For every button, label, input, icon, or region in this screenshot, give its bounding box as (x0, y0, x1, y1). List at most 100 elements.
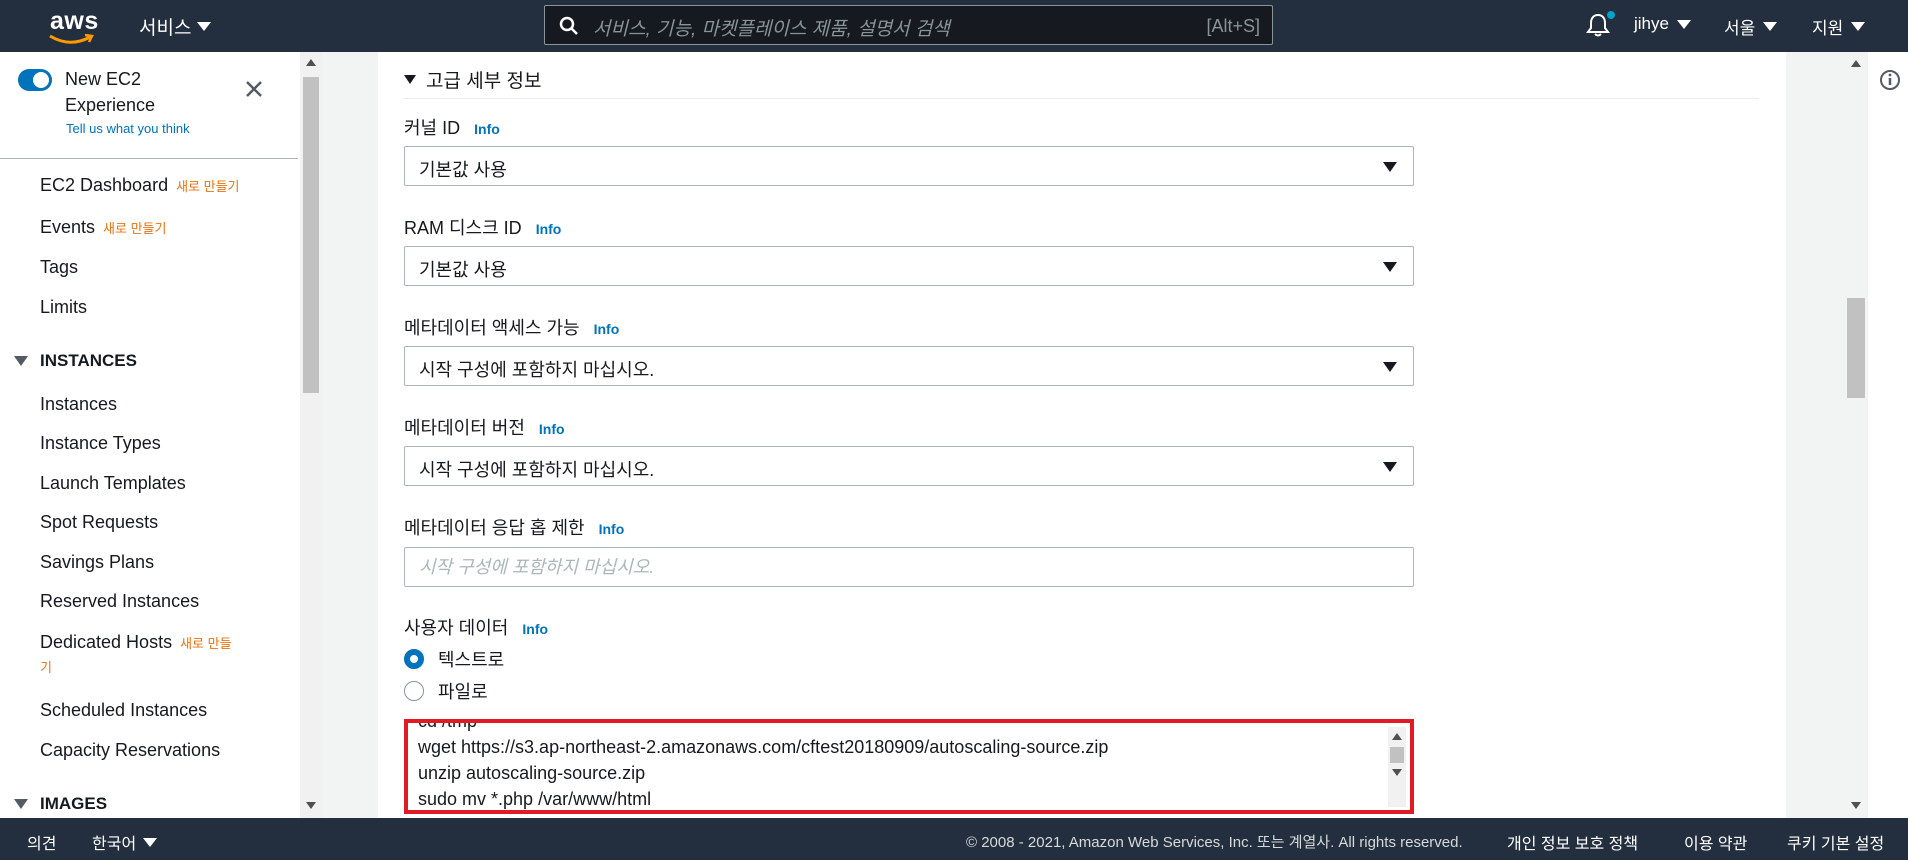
sidebar-section-instances[interactable]: INSTANCES (14, 351, 137, 371)
user-data-textarea[interactable]: cd /tmp wget https://s3.ap-northeast-2.a… (404, 719, 1414, 814)
feedback-link[interactable]: Tell us what you think (66, 121, 190, 136)
sidebar-section-images[interactable]: IMAGES (14, 794, 107, 814)
new-badge: 새로 만들기 (103, 221, 167, 236)
caret-down-icon (14, 356, 28, 366)
select-value: 기본값 사용 (419, 160, 507, 180)
sidebar-item-tags[interactable]: Tags (40, 257, 78, 278)
select-value: 기본값 사용 (419, 260, 507, 280)
support-menu[interactable]: 지원 (1812, 14, 1866, 39)
chevron-down-icon (143, 837, 158, 847)
sidebar-item-savings-plans[interactable]: Savings Plans (40, 552, 154, 573)
chevron-down-icon (197, 22, 212, 31)
scroll-up-icon[interactable] (1392, 733, 1402, 740)
user-data-label: 사용자 데이터 Info (404, 614, 548, 640)
close-icon[interactable] (244, 79, 264, 99)
scroll-up-icon[interactable] (1851, 60, 1861, 67)
sidebar-item-reserved-instances[interactable]: Reserved Instances (40, 591, 199, 612)
user-name: jihye (1634, 14, 1669, 33)
sidebar-item-launch-templates[interactable]: Launch Templates (40, 473, 186, 494)
feedback-link[interactable]: 의견 (27, 830, 56, 854)
right-help-panel (1868, 52, 1908, 818)
footer: 의견 한국어 © 2008 - 2021, Amazon Web Service… (0, 818, 1908, 860)
region-name: 서울 (1724, 19, 1756, 38)
textarea-scrollbar[interactable] (1388, 727, 1406, 807)
privacy-link[interactable]: 개인 정보 보호 정책 (1507, 830, 1638, 854)
sidebar-item-instance-types[interactable]: Instance Types (40, 433, 161, 454)
scrollbar-thumb[interactable] (303, 77, 319, 393)
metadata-version-select[interactable]: 시작 구성에 포함하지 마십시오. (404, 446, 1414, 486)
sidebar-item-instances[interactable]: Instances (40, 394, 117, 415)
user-menu[interactable]: jihye (1634, 14, 1691, 34)
new-experience-toggle[interactable] (18, 69, 52, 91)
info-link[interactable]: Info (599, 521, 625, 537)
scroll-up-icon[interactable] (306, 59, 316, 66)
select-value: 시작 구성에 포함하지 마십시오. (419, 460, 655, 480)
notifications-bell-icon[interactable] (1585, 11, 1615, 43)
search-box[interactable]: 서비스, 기능, 마켓플레이스 제품, 설명서 검색 [Alt+S] (544, 5, 1273, 45)
radio-selected[interactable] (404, 649, 424, 669)
metadata-access-select[interactable]: 시작 구성에 포함하지 마십시오. (404, 346, 1414, 386)
field-label: 사용자 데이터 (404, 618, 509, 638)
chevron-down-icon (1763, 22, 1778, 31)
dropdown-arrow-icon (1383, 462, 1397, 472)
aws-logo[interactable]: aws (48, 7, 98, 45)
radio-unselected[interactable] (404, 681, 424, 701)
advanced-details-toggle[interactable]: 고급 세부 정보 (404, 66, 541, 93)
info-link[interactable]: Info (539, 421, 565, 437)
field-label: 메타데이터 액세스 가능 (404, 318, 580, 338)
divider (404, 98, 1759, 99)
sidebar-item-scheduled-instances[interactable]: Scheduled Instances (40, 700, 207, 721)
scrollbar-thumb[interactable] (1847, 298, 1865, 398)
region-menu[interactable]: 서울 (1724, 14, 1778, 39)
code-line: sudo mv *.php /var/www/html (418, 789, 652, 809)
select-value: 시작 구성에 포함하지 마십시오. (419, 360, 655, 380)
services-label: 서비스 (139, 18, 192, 39)
section-title: 고급 세부 정보 (426, 71, 542, 92)
metadata-hop-limit-label: 메타데이터 응답 홉 제한 Info (404, 514, 624, 540)
sidebar-scrollbar[interactable] (300, 52, 322, 818)
user-data-file-option[interactable]: 파일로 (404, 678, 488, 704)
sidebar-item-spot-requests[interactable]: Spot Requests (40, 512, 158, 533)
field-label: 메타데이터 버전 (404, 418, 525, 438)
sidebar-item-dedicated-hosts[interactable]: Dedicated Hosts 새로 만들 기 (40, 631, 260, 679)
user-data-text-option[interactable]: 텍스트로 (404, 646, 504, 672)
services-menu[interactable]: 서비스 (139, 13, 212, 40)
sidebar-item-dashboard[interactable]: EC2 Dashboard 새로 만들기 (40, 175, 240, 196)
code-line: wget https://s3.ap-northeast-2.amazonaws… (418, 737, 1109, 757)
scroll-down-icon[interactable] (306, 802, 316, 809)
copyright-text: © 2008 - 2021, Amazon Web Services, Inc.… (966, 834, 1463, 851)
advanced-details-panel: 고급 세부 정보 커널 ID Info 기본값 사용 RAM 디스크 ID Info… (378, 52, 1786, 818)
info-link[interactable]: Info (536, 221, 562, 237)
ramdisk-id-select[interactable]: 기본값 사용 (404, 246, 1414, 286)
scroll-down-icon[interactable] (1392, 769, 1402, 776)
sidebar: New EC2 Experience Tell us what you thin… (0, 52, 300, 818)
top-navigation-bar: aws 서비스 서비스, 기능, 마켓플레이스 제품, 설명서 검색 [Alt+… (0, 0, 1908, 52)
sidebar-item-capacity-reservations[interactable]: Capacity Reservations (40, 740, 220, 761)
sidebar-item-limits[interactable]: Limits (40, 297, 87, 318)
scrollbar-thumb[interactable] (1390, 747, 1404, 763)
metadata-hop-limit-field[interactable] (404, 547, 1414, 587)
chevron-down-icon (1851, 22, 1866, 31)
dropdown-arrow-icon (1383, 362, 1397, 372)
search-icon (559, 16, 578, 35)
new-badge: 기 (40, 660, 52, 675)
sidebar-item-label: Dedicated Hosts (40, 632, 173, 652)
info-circle-icon[interactable] (1879, 69, 1901, 91)
scroll-down-icon[interactable] (1851, 802, 1861, 809)
metadata-hop-limit-input[interactable] (405, 548, 1413, 586)
terms-link[interactable]: 이용 약관 (1684, 830, 1747, 854)
info-link[interactable]: Info (522, 621, 548, 637)
kernel-id-select[interactable]: 기본값 사용 (404, 146, 1414, 186)
metadata-version-label: 메타데이터 버전 Info (404, 414, 565, 440)
search-input[interactable]: 서비스, 기능, 마켓플레이스 제품, 설명서 검색 (593, 14, 950, 41)
kernel-id-label: 커널 ID Info (404, 114, 500, 140)
language-selector[interactable]: 한국어 (92, 830, 158, 854)
cookie-preferences-link[interactable]: 쿠키 기본 설정 (1787, 830, 1884, 854)
info-link[interactable]: Info (594, 321, 620, 337)
code-line: unzip autoscaling-source.zip (418, 763, 646, 783)
sidebar-item-events[interactable]: Events 새로 만들기 (40, 217, 166, 238)
chevron-down-icon (1676, 19, 1691, 29)
main-scrollbar[interactable] (1845, 52, 1867, 818)
language-label: 한국어 (92, 836, 137, 853)
info-link[interactable]: Info (474, 121, 500, 137)
